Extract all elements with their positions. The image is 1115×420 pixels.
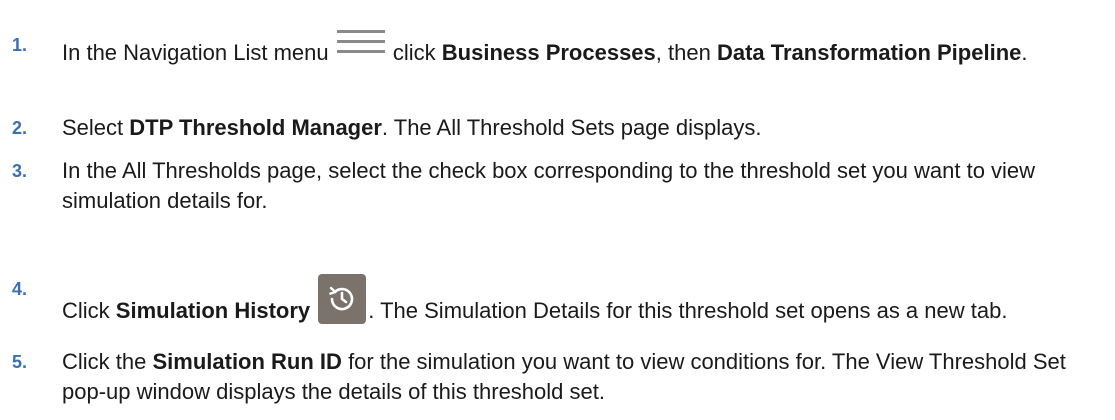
step-text: Select DTP Threshold Manager. The All Th… — [62, 115, 762, 140]
document: 1. In the Navigation List menu click Bus… — [0, 0, 1115, 420]
step-number: 2. — [12, 118, 28, 138]
simulation-history-label: Simulation History — [115, 298, 311, 323]
step-text: Click Simulation History . The Simulatio… — [62, 274, 1105, 326]
step-3: 3. In the All Thresholds page, select th… — [12, 156, 1105, 216]
step-number: 4. — [12, 279, 28, 299]
step-text: In the Navigation List menu click Busine… — [62, 30, 1105, 68]
simulation-run-id-label: Simulation Run ID — [152, 349, 342, 374]
step-number: 5. — [12, 352, 28, 372]
step-text: In the All Thresholds page, select the c… — [62, 158, 1036, 213]
step-5: 5. Click the Simulation Run ID for the s… — [12, 347, 1105, 407]
menu-item-data-transformation-pipeline: Data Transformation Pipeline — [716, 40, 1022, 65]
menu-item-business-processes: Business Processes — [441, 40, 656, 65]
step-number: 1. — [12, 35, 28, 55]
step-2: 2. Select DTP Threshold Manager. The All… — [12, 113, 1105, 143]
step-1: 1. In the Navigation List menu click Bus… — [12, 30, 1105, 68]
step-text: Click the Simulation Run ID for the simu… — [62, 349, 1066, 404]
step-4: 4. Click Simulation History . The Simula… — [12, 274, 1105, 326]
step-number: 3. — [12, 161, 28, 181]
dtp-threshold-manager-label: DTP Threshold Manager — [129, 115, 382, 140]
history-icon — [318, 274, 367, 324]
hamburger-menu-icon — [336, 30, 385, 53]
